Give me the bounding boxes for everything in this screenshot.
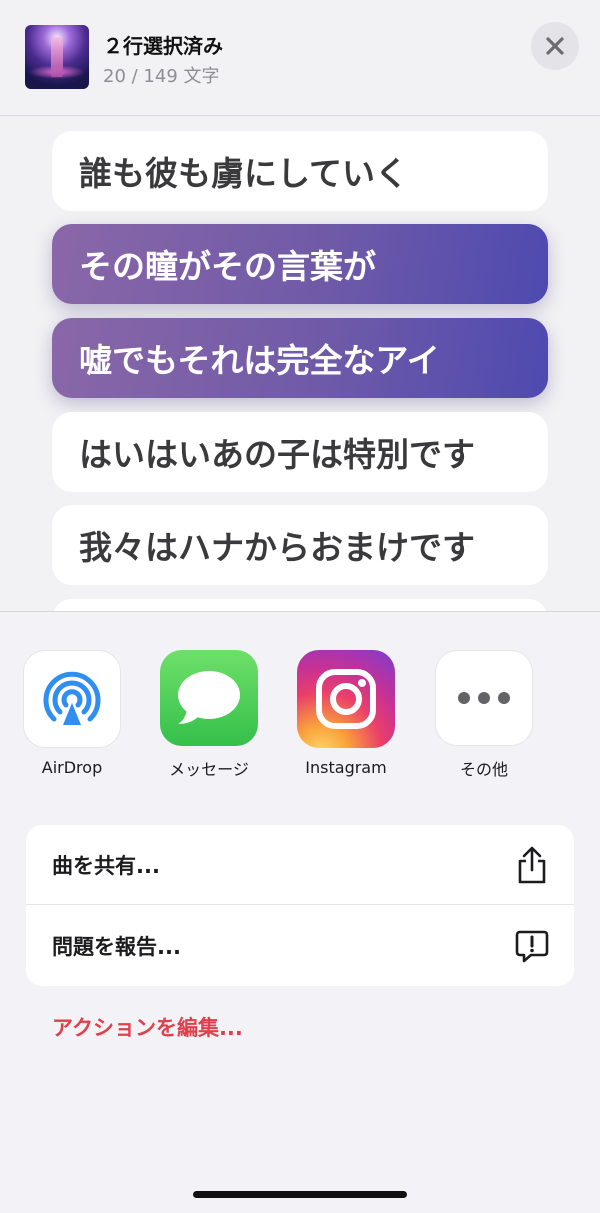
album-artwork-icon <box>25 25 89 89</box>
close-button[interactable] <box>531 22 579 70</box>
edit-actions-link[interactable]: アクションを編集... <box>52 1012 243 1042</box>
share-icon <box>518 846 546 883</box>
share-app-airdrop[interactable]: AirDrop <box>12 650 132 780</box>
messages-icon <box>160 650 258 746</box>
lyric-line-selected[interactable]: その瞳がその言葉が <box>52 224 548 304</box>
report-problem-icon <box>515 930 549 963</box>
lyric-line[interactable]: はいはいあの子は特別です <box>52 412 548 492</box>
lyric-line[interactable]: 誰も彼も虜にしていく <box>52 131 548 211</box>
home-indicator[interactable] <box>193 1191 407 1198</box>
more-icon <box>435 650 533 746</box>
share-song-action[interactable]: 曲を共有... <box>26 825 574 905</box>
lyric-line[interactable] <box>52 599 548 611</box>
share-app-messages[interactable]: メッセージ <box>149 650 269 780</box>
share-app-label: Instagram <box>305 758 387 777</box>
actions-list: 曲を共有... 問題を報告... <box>26 825 574 986</box>
action-label: 曲を共有... <box>52 853 160 878</box>
share-app-label: AirDrop <box>41 758 103 777</box>
lyric-line-selected[interactable]: 嘘でもそれは完全なアイ <box>52 318 548 398</box>
airdrop-icon <box>23 650 121 748</box>
share-app-instagram[interactable]: Instagram <box>286 650 406 780</box>
share-sheet: AirDrop メッセージ Instagram その他 曲を共有... 問題を報… <box>0 611 600 1213</box>
selection-title: ２行選択済み <box>103 34 223 58</box>
lyric-line[interactable]: 我々はハナからおまけです <box>52 505 548 585</box>
share-app-more[interactable]: その他 <box>424 650 544 780</box>
share-app-label: メッセージ <box>169 760 249 779</box>
instagram-icon <box>297 650 395 748</box>
report-problem-action[interactable]: 問題を報告... <box>26 906 574 986</box>
close-icon <box>546 37 564 55</box>
share-app-label: その他 <box>459 760 508 779</box>
share-apps-row: AirDrop メッセージ Instagram その他 <box>0 612 600 782</box>
lyrics-list: 誰も彼も虜にしていく その瞳がその言葉が 嘘でもそれは完全なアイ はいはいあの子… <box>0 117 600 611</box>
share-sheet-header: ２行選択済み 20 / 149 文字 <box>0 0 600 116</box>
character-count: 20 / 149 文字 <box>103 66 220 87</box>
action-label: 問題を報告... <box>52 935 181 959</box>
